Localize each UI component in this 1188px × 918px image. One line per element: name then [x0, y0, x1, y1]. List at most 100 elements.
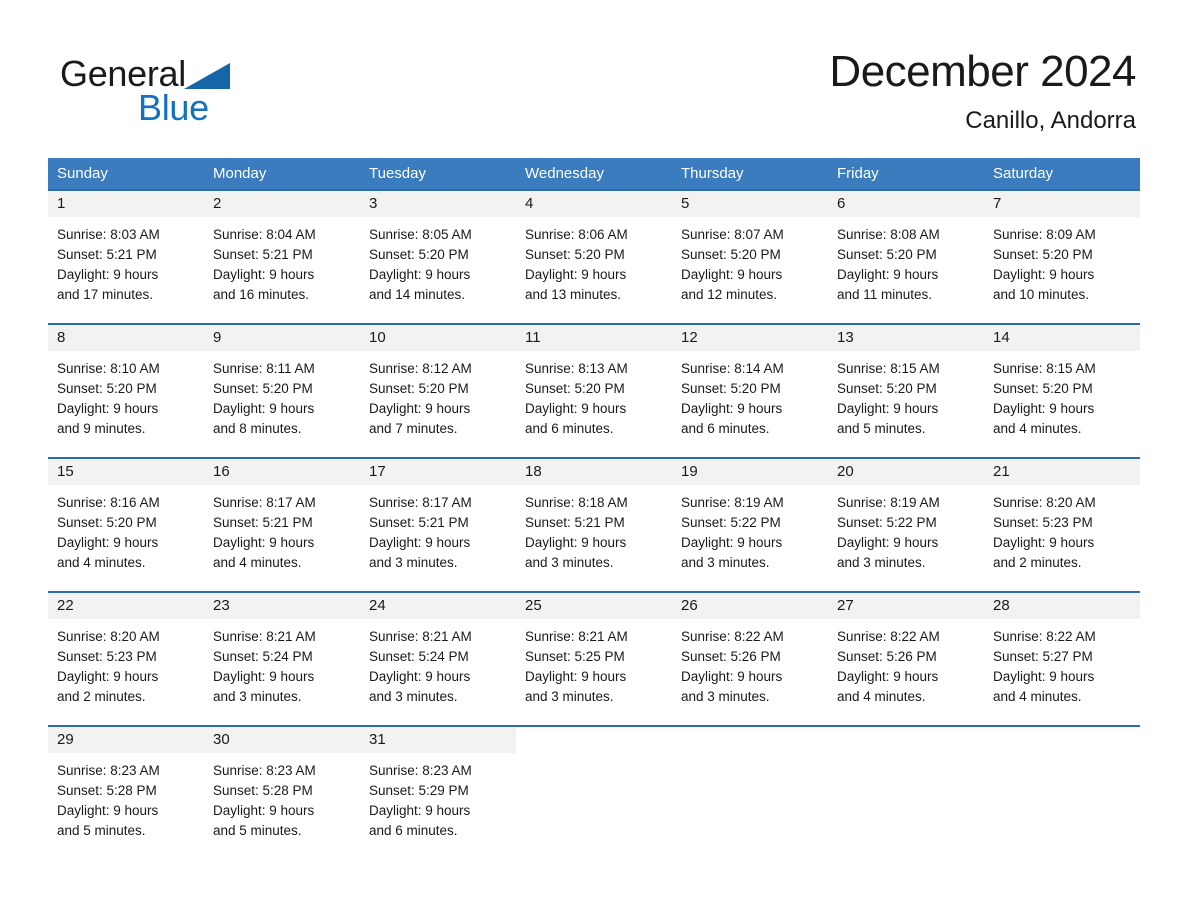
daylight-text-line1: Daylight: 9 hours: [57, 401, 159, 416]
calendar-day-cell[interactable]: 2 Sunrise: 8:04 AM Sunset: 5:21 PM Daylight…: [204, 191, 360, 323]
calendar-day-cell[interactable]: 23 Sunrise: 8:21 AM Sunset: 5:24 PM Dayligh…: [204, 593, 360, 725]
day-details: Sunrise: 8:15 AM Sunset: 5:20 PM Daylight:…: [828, 351, 984, 439]
daylight-text-line2: and 5 minutes.: [57, 823, 146, 838]
calendar-day-cell[interactable]: 29 Sunrise: 8:23 AM Sunset: 5:28 PM Dayligh…: [48, 727, 204, 843]
daylight-text-line1: Daylight: 9 hours: [525, 267, 627, 282]
calendar-day-cell[interactable]: 15 Sunrise: 8:16 AM Sunset: 5:20 PM Dayligh…: [48, 459, 204, 591]
daylight-text-line2: and 10 minutes.: [993, 287, 1090, 302]
calendar-day-cell[interactable]: 13 Sunrise: 8:15 AM Sunset: 5:20 PM Dayligh…: [828, 325, 984, 457]
calendar-day-cell[interactable]: 11 Sunrise: 8:13 AM Sunset: 5:20 PM Dayligh…: [516, 325, 672, 457]
calendar-week-row: 8 Sunrise: 8:10 AM Sunset: 5:20 PM Daylight…: [48, 323, 1140, 457]
day-number-band: 25: [516, 593, 672, 619]
day-number-band: 30: [204, 727, 360, 753]
sunset-text: Sunset: 5:26 PM: [837, 649, 937, 664]
sunrise-text: Sunrise: 8:13 AM: [525, 361, 628, 376]
sunset-text: Sunset: 5:29 PM: [369, 783, 469, 798]
calendar-day-cell[interactable]: 26 Sunrise: 8:22 AM Sunset: 5:26 PM Dayligh…: [672, 593, 828, 725]
day-number-band: 19: [672, 459, 828, 485]
calendar-day-cell[interactable]: 9 Sunrise: 8:11 AM Sunset: 5:20 PM Daylight…: [204, 325, 360, 457]
calendar-day-cell[interactable]: 28 Sunrise: 8:22 AM Sunset: 5:27 PM Dayligh…: [984, 593, 1140, 725]
calendar-day-cell[interactable]: 3 Sunrise: 8:05 AM Sunset: 5:20 PM Daylight…: [360, 191, 516, 323]
daylight-text-line1: Daylight: 9 hours: [681, 535, 783, 550]
sunrise-text: Sunrise: 8:23 AM: [213, 763, 316, 778]
calendar-day-cell[interactable]: 19 Sunrise: 8:19 AM Sunset: 5:22 PM Dayligh…: [672, 459, 828, 591]
day-number-band: 11: [516, 325, 672, 351]
daylight-text-line1: Daylight: 9 hours: [57, 267, 159, 282]
calendar-day-cell[interactable]: 1 Sunrise: 8:03 AM Sunset: 5:21 PM Daylight…: [48, 191, 204, 323]
day-number: 30: [213, 731, 230, 748]
daylight-text-line2: and 4 minutes.: [837, 689, 926, 704]
day-number: 24: [369, 597, 386, 614]
day-details: Sunrise: 8:10 AM Sunset: 5:20 PM Daylight:…: [48, 351, 204, 439]
calendar-day-cell[interactable]: 7 Sunrise: 8:09 AM Sunset: 5:20 PM Daylight…: [984, 191, 1140, 323]
calendar-day-cell[interactable]: 5 Sunrise: 8:07 AM Sunset: 5:20 PM Daylight…: [672, 191, 828, 323]
daylight-text-line2: and 14 minutes.: [369, 287, 466, 302]
calendar-day-cell[interactable]: 25 Sunrise: 8:21 AM Sunset: 5:25 PM Dayligh…: [516, 593, 672, 725]
day-number-band: 31: [360, 727, 516, 753]
day-number: 1: [57, 195, 66, 212]
calendar-day-cell[interactable]: 16 Sunrise: 8:17 AM Sunset: 5:21 PM Dayligh…: [204, 459, 360, 591]
calendar-day-cell[interactable]: 21 Sunrise: 8:20 AM Sunset: 5:23 PM Dayligh…: [984, 459, 1140, 591]
day-details: Sunrise: 8:21 AM Sunset: 5:24 PM Daylight:…: [360, 619, 516, 707]
calendar-day-cell[interactable]: 4 Sunrise: 8:06 AM Sunset: 5:20 PM Daylight…: [516, 191, 672, 323]
calendar-day-cell[interactable]: 27 Sunrise: 8:22 AM Sunset: 5:26 PM Dayligh…: [828, 593, 984, 725]
daylight-text-line1: Daylight: 9 hours: [57, 803, 159, 818]
sunset-text: Sunset: 5:20 PM: [57, 381, 157, 396]
sunset-text: Sunset: 5:20 PM: [525, 381, 625, 396]
calendar-day-cell[interactable]: 6 Sunrise: 8:08 AM Sunset: 5:20 PM Daylight…: [828, 191, 984, 323]
day-number-band: 22: [48, 593, 204, 619]
calendar-day-cell[interactable]: 30 Sunrise: 8:23 AM Sunset: 5:28 PM Dayligh…: [204, 727, 360, 843]
daylight-text-line2: and 17 minutes.: [57, 287, 154, 302]
calendar-day-cell[interactable]: 10 Sunrise: 8:12 AM Sunset: 5:20 PM Dayligh…: [360, 325, 516, 457]
day-number: 15: [57, 463, 74, 480]
daylight-text-line2: and 4 minutes.: [993, 421, 1082, 436]
day-details: Sunrise: 8:19 AM Sunset: 5:22 PM Daylight:…: [672, 485, 828, 573]
daylight-text-line2: and 8 minutes.: [213, 421, 302, 436]
day-number-band: 29: [48, 727, 204, 753]
calendar-day-cell[interactable]: 18 Sunrise: 8:18 AM Sunset: 5:21 PM Dayligh…: [516, 459, 672, 591]
day-details: Sunrise: 8:05 AM Sunset: 5:20 PM Daylight:…: [360, 217, 516, 305]
calendar-day-cell[interactable]: 22 Sunrise: 8:20 AM Sunset: 5:23 PM Dayligh…: [48, 593, 204, 725]
daylight-text-line1: Daylight: 9 hours: [213, 401, 315, 416]
sunset-text: Sunset: 5:20 PM: [681, 381, 781, 396]
calendar-day-cell[interactable]: 12 Sunrise: 8:14 AM Sunset: 5:20 PM Dayligh…: [672, 325, 828, 457]
sunset-text: Sunset: 5:20 PM: [993, 247, 1093, 262]
calendar-day-cell[interactable]: 8 Sunrise: 8:10 AM Sunset: 5:20 PM Daylight…: [48, 325, 204, 457]
day-number: 10: [369, 329, 386, 346]
sunrise-text: Sunrise: 8:21 AM: [525, 629, 628, 644]
calendar-day-cell[interactable]: 17 Sunrise: 8:17 AM Sunset: 5:21 PM Dayligh…: [360, 459, 516, 591]
day-number: 2: [213, 195, 222, 212]
day-details: Sunrise: 8:21 AM Sunset: 5:25 PM Daylight:…: [516, 619, 672, 707]
daylight-text-line2: and 13 minutes.: [525, 287, 622, 302]
day-number: 7: [993, 195, 1002, 212]
calendar-day-cell[interactable]: 31 Sunrise: 8:23 AM Sunset: 5:29 PM Dayligh…: [360, 727, 516, 843]
calendar-day-cell[interactable]: 14 Sunrise: 8:15 AM Sunset: 5:20 PM Dayligh…: [984, 325, 1140, 457]
daylight-text-line1: Daylight: 9 hours: [993, 669, 1095, 684]
calendar-empty-cell: [828, 727, 984, 843]
day-details: [516, 753, 672, 761]
calendar-day-cell[interactable]: 20 Sunrise: 8:19 AM Sunset: 5:22 PM Dayligh…: [828, 459, 984, 591]
sunrise-text: Sunrise: 8:19 AM: [681, 495, 784, 510]
calendar-day-cell[interactable]: 24 Sunrise: 8:21 AM Sunset: 5:24 PM Dayligh…: [360, 593, 516, 725]
sunrise-text: Sunrise: 8:21 AM: [213, 629, 316, 644]
day-number-band: [828, 727, 984, 753]
daylight-text-line1: Daylight: 9 hours: [213, 267, 315, 282]
day-details: Sunrise: 8:04 AM Sunset: 5:21 PM Daylight:…: [204, 217, 360, 305]
sunset-text: Sunset: 5:20 PM: [213, 381, 313, 396]
sunset-text: Sunset: 5:20 PM: [837, 247, 937, 262]
sunset-text: Sunset: 5:28 PM: [213, 783, 313, 798]
day-number: 4: [525, 195, 534, 212]
daylight-text-line2: and 11 minutes.: [837, 287, 933, 302]
day-details: Sunrise: 8:15 AM Sunset: 5:20 PM Daylight:…: [984, 351, 1140, 439]
daylight-text-line1: Daylight: 9 hours: [993, 267, 1095, 282]
day-number-band: 21: [984, 459, 1140, 485]
day-number-band: 8: [48, 325, 204, 351]
daylight-text-line1: Daylight: 9 hours: [369, 267, 471, 282]
calendar-empty-cell: [516, 727, 672, 843]
sunset-text: Sunset: 5:21 PM: [369, 515, 469, 530]
logo-text-blue: Blue: [138, 87, 209, 128]
daylight-text-line1: Daylight: 9 hours: [525, 669, 627, 684]
day-details: Sunrise: 8:20 AM Sunset: 5:23 PM Daylight:…: [984, 485, 1140, 573]
daylight-text-line2: and 9 minutes.: [57, 421, 146, 436]
sunset-text: Sunset: 5:21 PM: [525, 515, 625, 530]
